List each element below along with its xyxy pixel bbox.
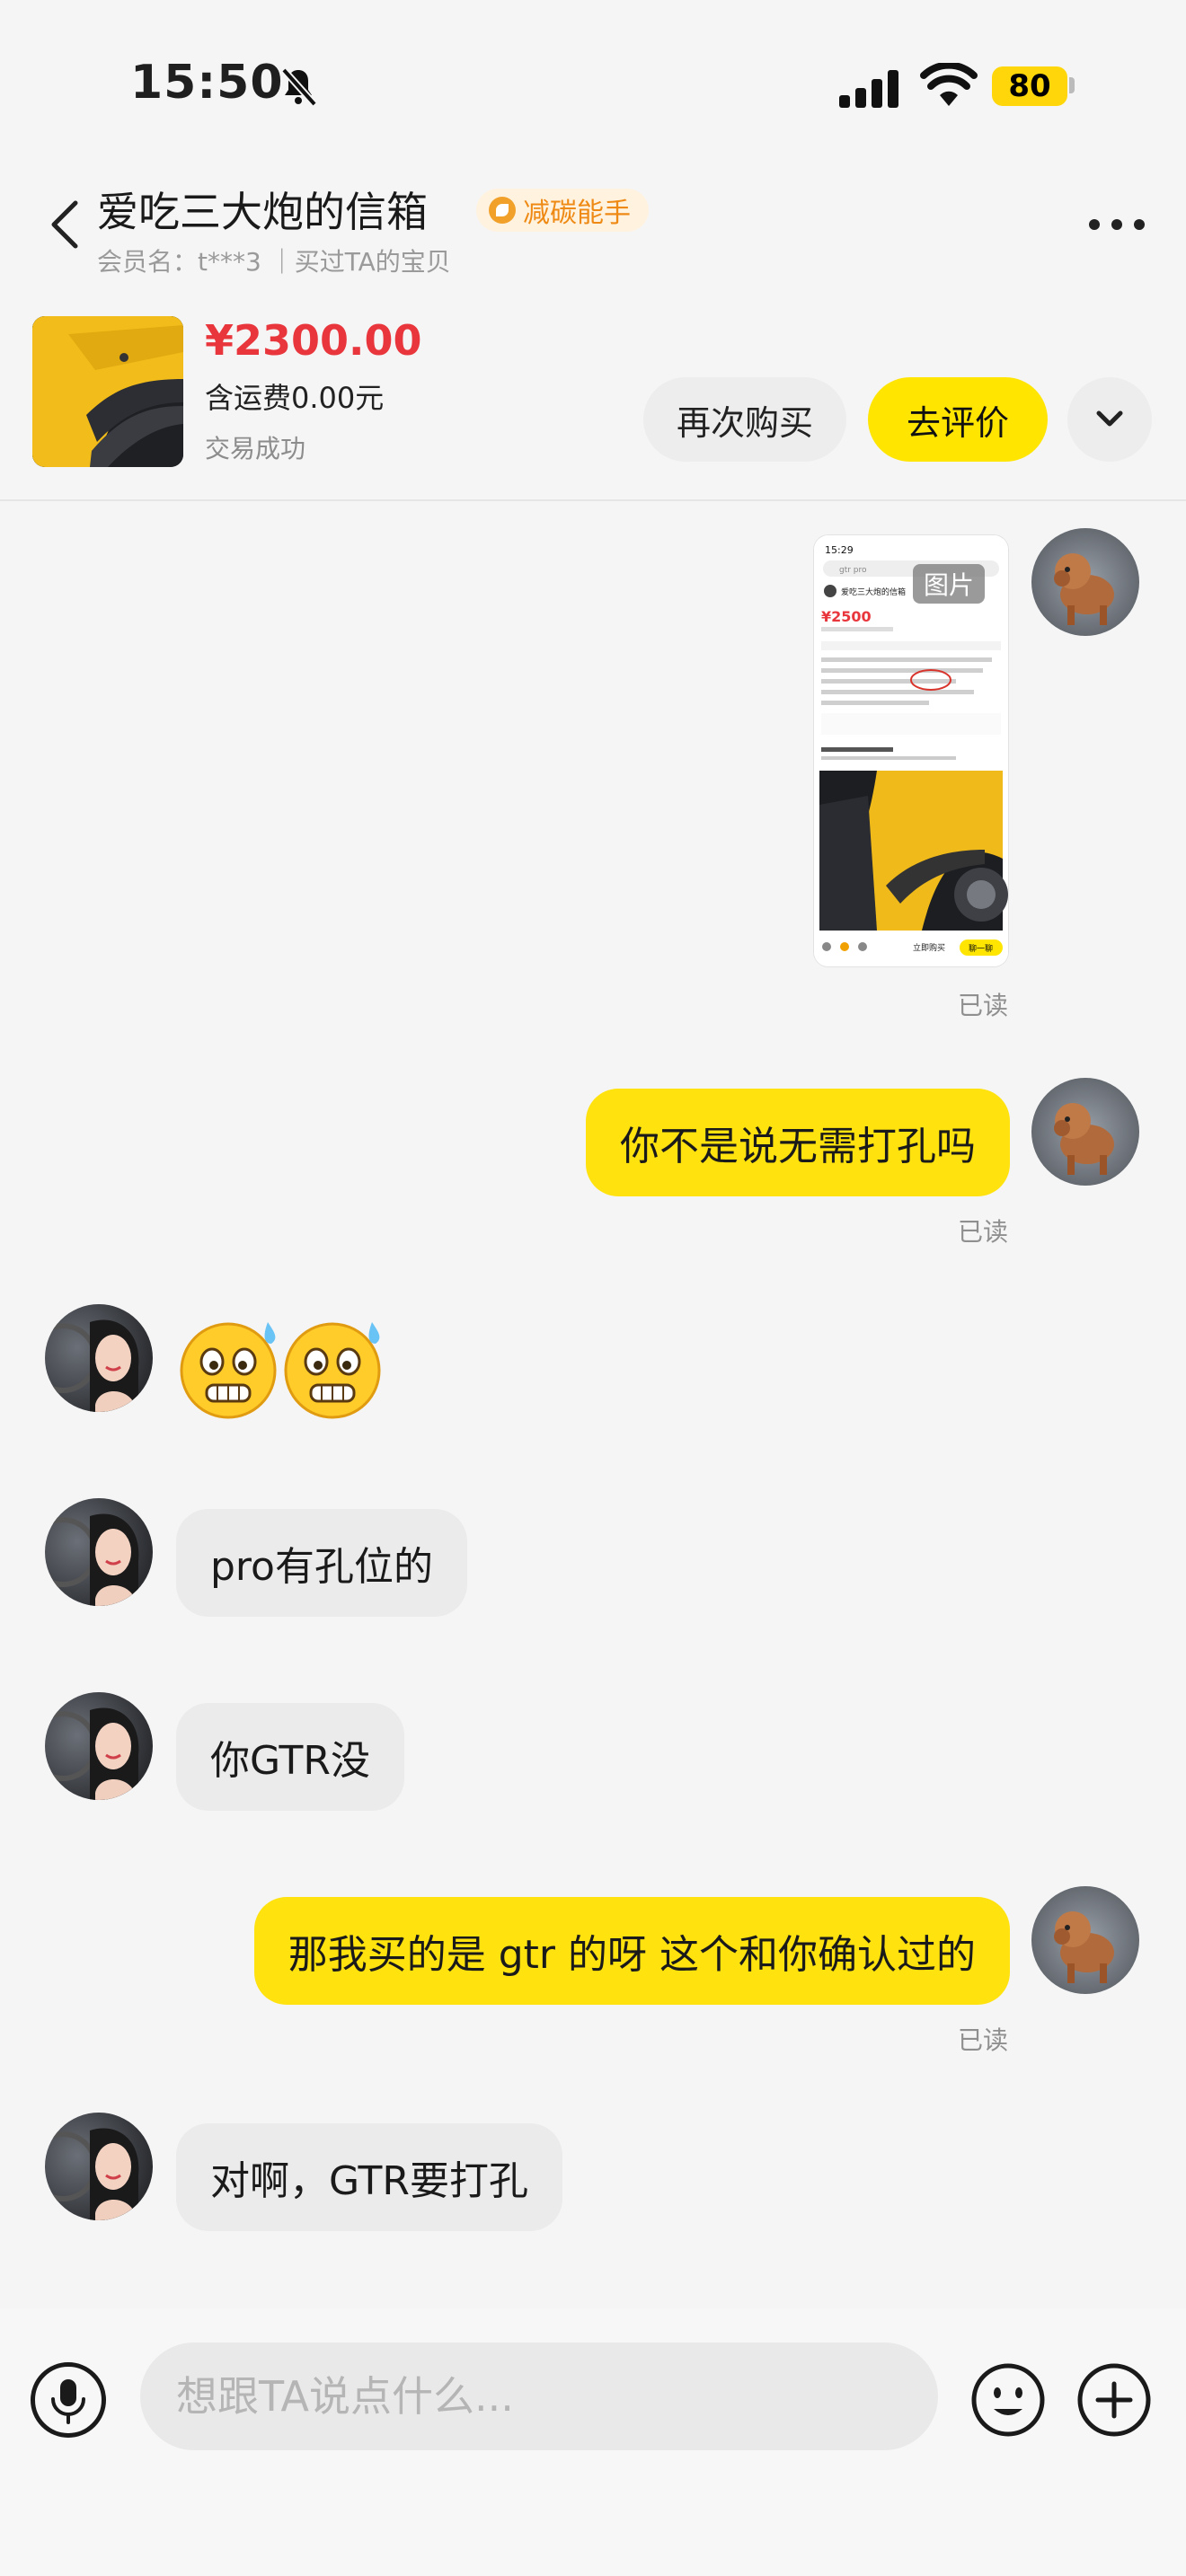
- mini-time: 15:29: [825, 544, 854, 556]
- signal-icon: [839, 70, 898, 108]
- seller-avatar[interactable]: [45, 1498, 153, 1606]
- product-price: ¥2300.00: [205, 316, 422, 365]
- mini-price: ¥2500: [821, 608, 872, 625]
- read-receipt: 已读: [958, 2025, 1009, 2055]
- rebuy-button[interactable]: 再次购买: [643, 377, 846, 462]
- header-divider: [0, 499, 1186, 501]
- read-receipt: 已读: [958, 1217, 1009, 1247]
- seller-avatar[interactable]: [45, 2113, 153, 2220]
- my-avatar[interactable]: [1031, 528, 1139, 636]
- mini-buy: 立即购买: [913, 942, 945, 953]
- shipping-info: 含运费0.00元: [205, 381, 385, 415]
- battery-nub: [1069, 77, 1075, 93]
- message-bubble[interactable]: 你GTR没: [176, 1703, 404, 1811]
- mini-seller: 爱吃三大炮的信箱: [841, 587, 906, 597]
- badge-label: 减碳能手: [523, 198, 631, 229]
- message-bubble[interactable]: pro有孔位的: [176, 1509, 467, 1617]
- review-button[interactable]: 去评价: [868, 377, 1048, 462]
- leaf-icon: [489, 197, 516, 224]
- message-bubble[interactable]: 对啊，GTR要打孔: [176, 2123, 562, 2231]
- message-bubble[interactable]: 你不是说无需打孔吗: [586, 1089, 1010, 1196]
- emoji-icon[interactable]: [970, 2362, 1046, 2438]
- product-thumbnail[interactable]: [32, 316, 183, 467]
- carbon-badge[interactable]: 减碳能手: [476, 189, 649, 232]
- sweat-emoji-icon: [284, 1322, 381, 1419]
- message-bubble[interactable]: 那我买的是 gtr 的呀 这个和你确认过的: [253, 1897, 1010, 2005]
- back-icon[interactable]: [47, 198, 83, 251]
- seller-name: 爱吃三大炮的信箱: [97, 188, 428, 236]
- my-avatar[interactable]: [1031, 1886, 1139, 1994]
- plus-icon[interactable]: [1076, 2362, 1152, 2438]
- mini-search: gtr pro: [839, 566, 867, 575]
- trade-status: 交易成功: [205, 434, 306, 463]
- more-icon[interactable]: [1087, 216, 1146, 234]
- seller-avatar[interactable]: [45, 1304, 153, 1412]
- mute-bell-icon: [281, 67, 317, 107]
- battery-indicator: 80: [992, 66, 1067, 106]
- message-input[interactable]: [140, 2342, 938, 2450]
- read-receipt: 已读: [958, 991, 1009, 1020]
- seller-avatar[interactable]: [45, 1692, 153, 1800]
- voice-button[interactable]: [31, 2362, 106, 2438]
- image-tag: 图片: [913, 564, 985, 604]
- wifi-icon: [920, 63, 978, 106]
- mini-chat: 聊一聊: [969, 943, 993, 954]
- status-time: 15:50: [130, 56, 284, 110]
- expand-button[interactable]: [1067, 377, 1152, 462]
- sweat-emoji-icon: [180, 1322, 277, 1419]
- member-info: 会员名：t***3 ｜买过TA的宝贝: [97, 247, 451, 277]
- microphone-icon: [51, 2379, 85, 2424]
- my-avatar[interactable]: [1031, 1078, 1139, 1186]
- chevron-down-icon: [1096, 410, 1123, 427]
